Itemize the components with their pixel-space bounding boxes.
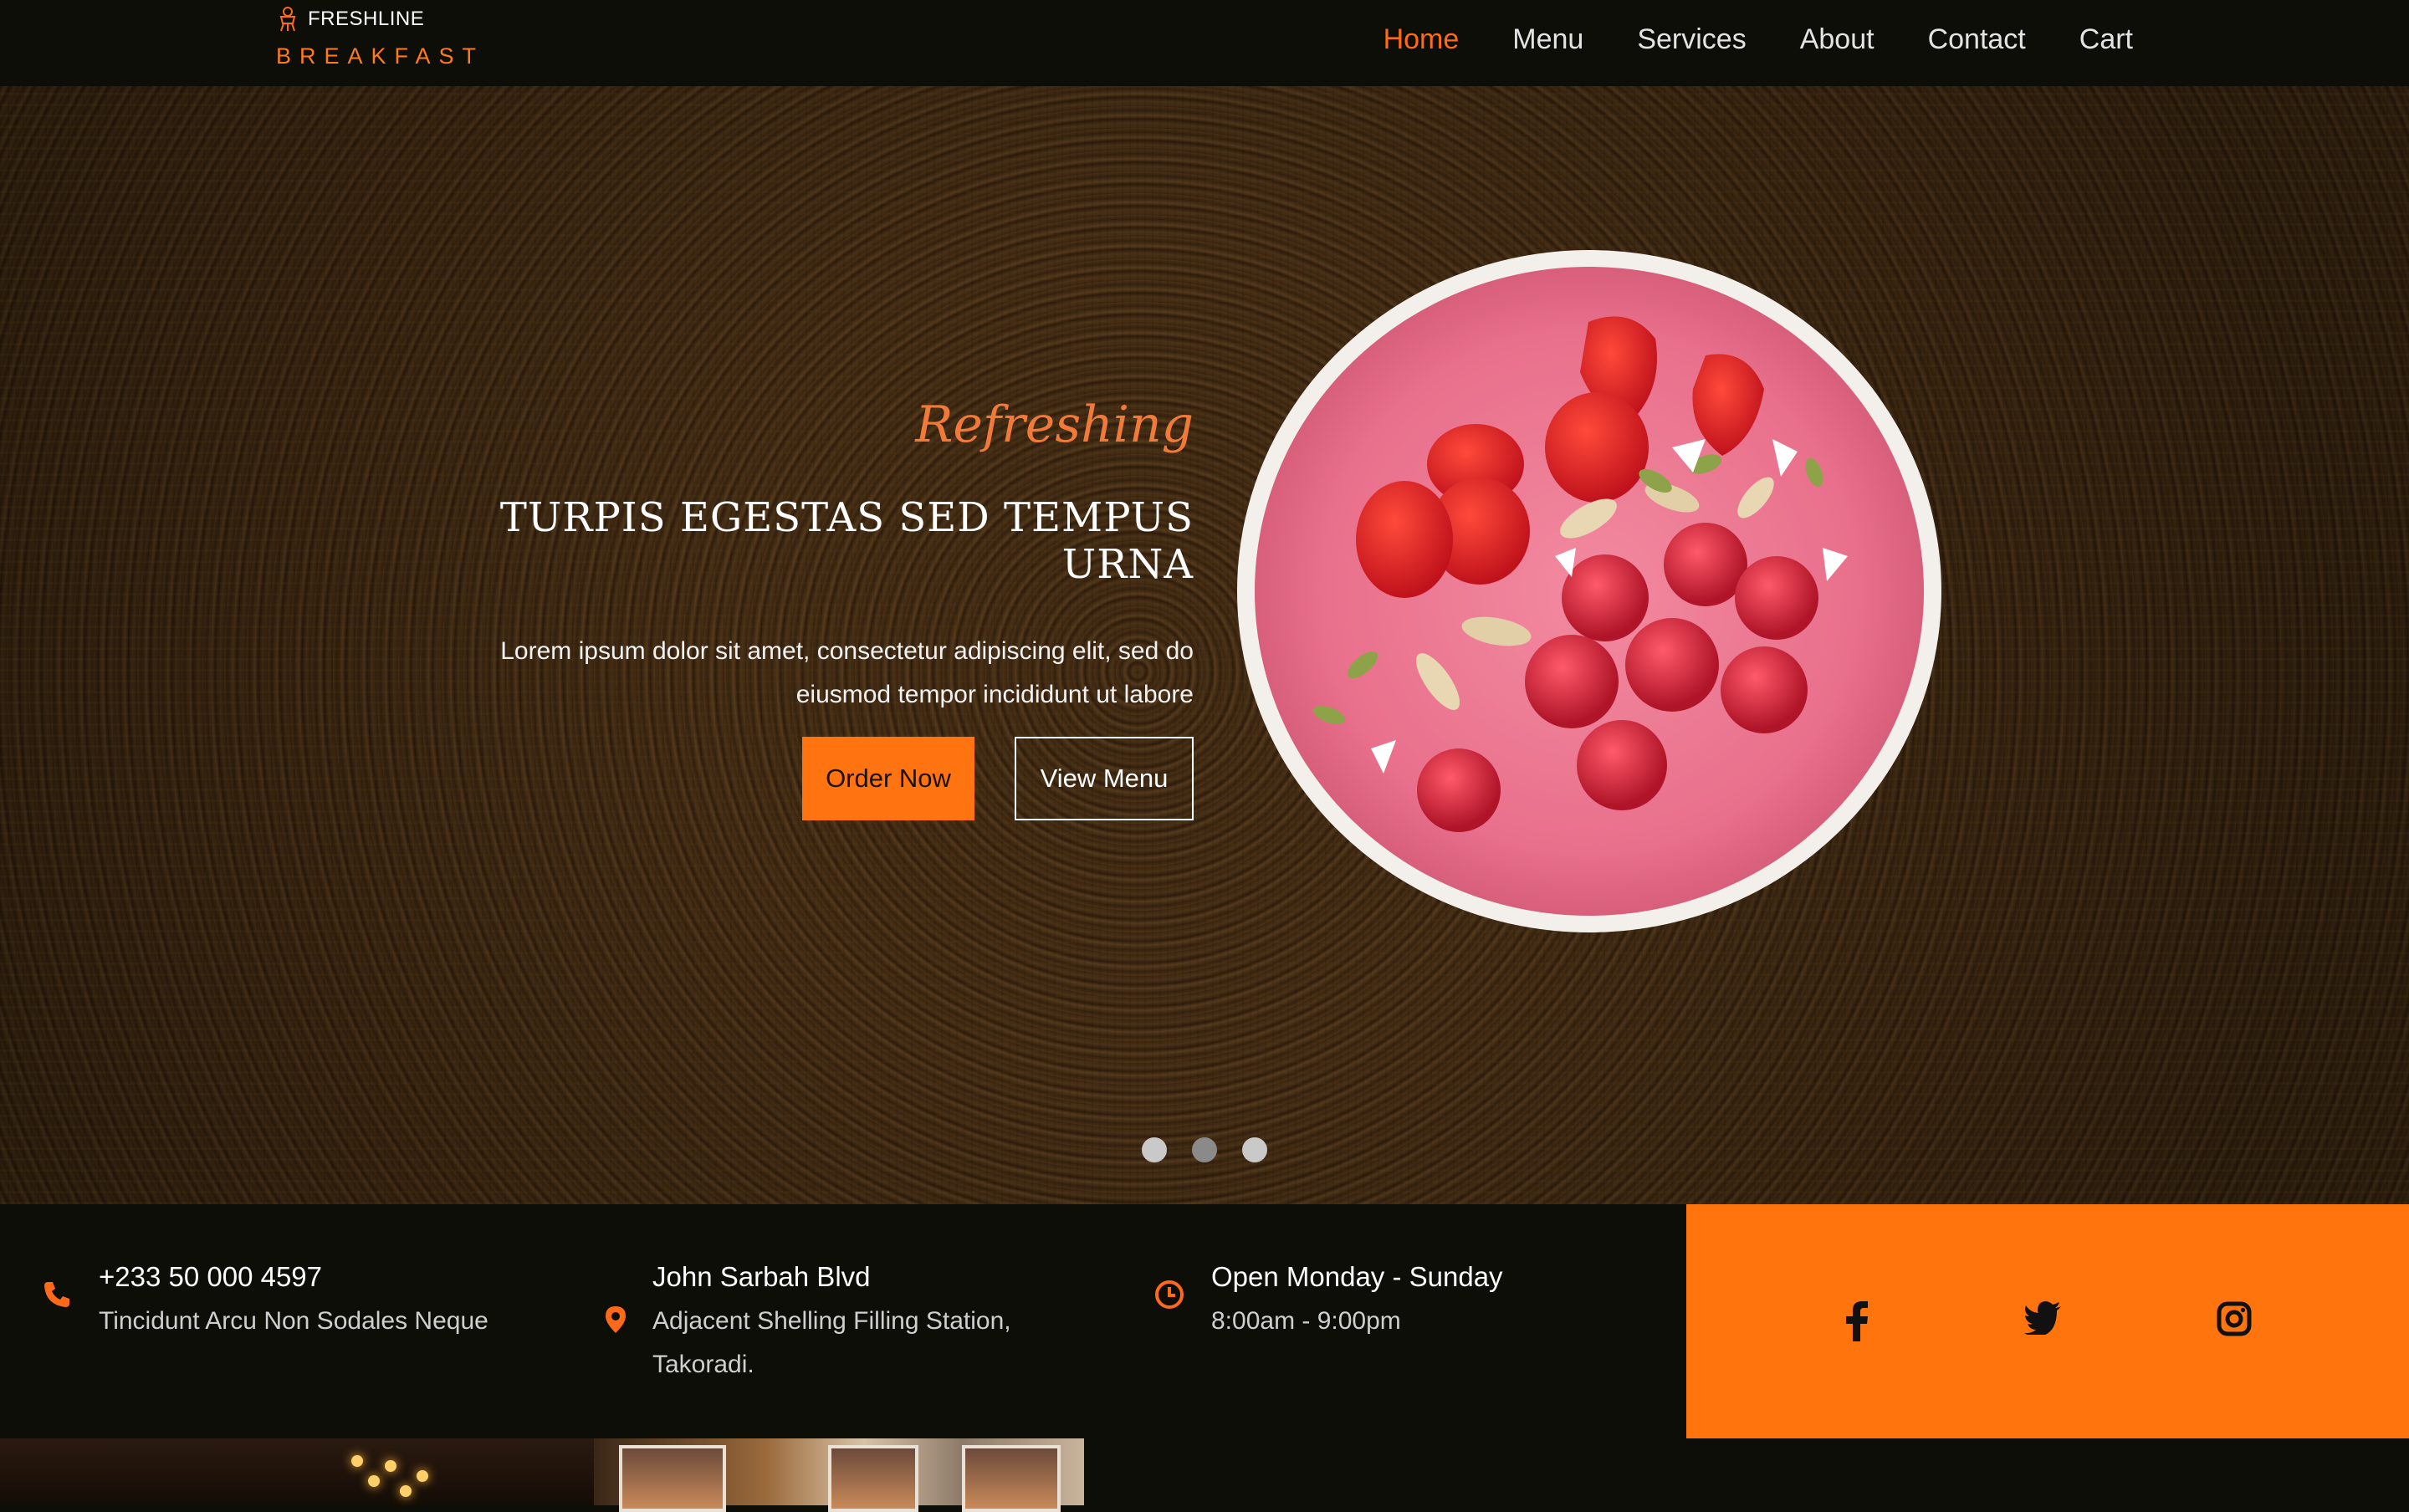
chef-icon: [279, 7, 296, 32]
hero-script-heading: Refreshing: [915, 396, 1194, 454]
gallery-strip: [0, 1438, 2409, 1512]
facebook-icon[interactable]: [1845, 1301, 1869, 1341]
nav-home[interactable]: Home: [1384, 23, 1460, 56]
info-hours: Open Monday - Sunday 8:00am - 9:00pm: [1154, 1261, 1503, 1343]
nav-contact[interactable]: Contact: [1928, 23, 2026, 56]
logo-tagline: BREAKFAST: [276, 43, 485, 69]
info-address: John Sarbah Blvd Adjacent Shelling Filli…: [601, 1261, 1087, 1387]
info-address-content: John Sarbah Blvd Adjacent Shelling Filli…: [652, 1261, 1087, 1387]
info-bar: +233 50 000 4597 Tincidunt Arcu Non Soda…: [0, 1204, 1686, 1438]
restaurant-interior-image: [0, 1438, 594, 1505]
hours-days: Open Monday - Sunday: [1211, 1261, 1503, 1292]
map-pin-icon: [606, 1306, 626, 1333]
clock-icon: [1155, 1280, 1184, 1309]
site-header: FRESHLINE BREAKFAST Home Menu Services A…: [0, 0, 2409, 86]
slider-dot[interactable]: [1142, 1137, 1167, 1162]
twitter-icon[interactable]: [2024, 1301, 2061, 1335]
nav-services[interactable]: Services: [1637, 23, 1746, 56]
phone-icon: [44, 1282, 69, 1307]
social-bar: [1686, 1204, 2409, 1438]
address-street: John Sarbah Blvd: [652, 1261, 871, 1292]
logo-name: FRESHLINE: [308, 8, 425, 30]
phone-subtext: Tincidunt Arcu Non Sodales Neque: [99, 1307, 488, 1335]
main-nav: Home Menu Services About Contact Cart: [1384, 23, 2133, 56]
wall-frames-image: [594, 1438, 1084, 1512]
logo-top: FRESHLINE: [276, 7, 484, 32]
info-hours-content: Open Monday - Sunday 8:00am - 9:00pm: [1211, 1261, 1503, 1343]
info-phone-content: +233 50 000 4597 Tincidunt Arcu Non Soda…: [99, 1261, 488, 1343]
smoothie-bowl-image: [1237, 250, 1941, 932]
logo[interactable]: FRESHLINE BREAKFAST: [276, 7, 484, 69]
order-now-button[interactable]: Order Now: [802, 737, 974, 820]
view-menu-button[interactable]: View Menu: [1015, 737, 1194, 820]
nav-about[interactable]: About: [1800, 23, 1875, 56]
hero-title: TURPIS EGESTAS SED TEMPUS URNA: [499, 494, 1194, 588]
hours-time: 8:00am - 9:00pm: [1211, 1307, 1401, 1335]
hero-content: Refreshing TURPIS EGESTAS SED TEMPUS URN…: [357, 396, 1194, 820]
hero-description: Lorem ipsum dolor sit amet, consectetur …: [500, 637, 1194, 708]
nav-menu[interactable]: Menu: [1512, 23, 1583, 56]
hero-buttons: Order Now View Menu: [357, 737, 1194, 820]
nav-cart[interactable]: Cart: [2079, 23, 2133, 56]
instagram-icon[interactable]: [2217, 1301, 2252, 1336]
hero-slider: Refreshing TURPIS EGESTAS SED TEMPUS URN…: [0, 86, 2409, 1204]
slider-dot[interactable]: [1242, 1137, 1267, 1162]
info-phone: +233 50 000 4597 Tincidunt Arcu Non Soda…: [42, 1261, 488, 1343]
phone-number[interactable]: +233 50 000 4597: [99, 1261, 488, 1293]
address-detail: Adjacent Shelling Filling Station, Takor…: [652, 1307, 1011, 1378]
slider-dot-active[interactable]: [1192, 1137, 1217, 1162]
slider-dots: [1142, 1137, 1267, 1162]
